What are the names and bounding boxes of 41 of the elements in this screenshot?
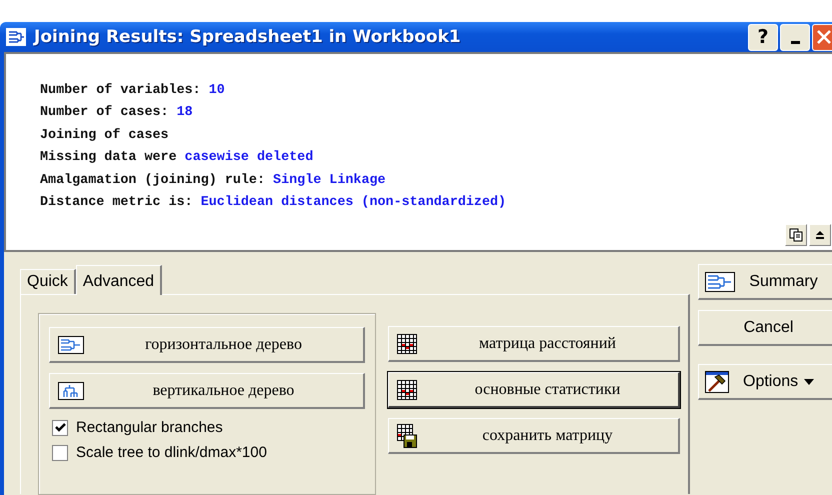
copy-icon	[789, 228, 803, 242]
close-button[interactable]	[812, 24, 832, 50]
checkbox[interactable]	[52, 420, 68, 436]
horizontal-tree-icon	[58, 336, 84, 354]
checkbox-label: Scale tree to dlink/dmax*100	[76, 444, 267, 461]
output-line: Distance metric is: Euclidean distances (non-standardized)	[40, 194, 506, 212]
vertical-tree-button[interactable]: вертикальное дерево	[49, 373, 365, 409]
minimize-button[interactable]	[780, 24, 810, 50]
grid-icon	[397, 380, 417, 400]
window-title: Joining Results: Spreadsheet1 in Workbook1	[34, 27, 462, 47]
horizontal-tree-button[interactable]: горизонтальное дерево	[49, 327, 365, 363]
minimize-icon	[790, 40, 800, 44]
checkbox[interactable]	[52, 444, 68, 460]
options-button[interactable]: Options	[698, 364, 832, 400]
collapse-button[interactable]	[809, 224, 831, 246]
up-arrow-icon	[815, 230, 825, 240]
tab[interactable]: Quick	[20, 269, 76, 294]
cancel-button[interactable]: Cancel	[698, 310, 832, 346]
output-line: Amalgamation (joining) rule: Single Linkage	[40, 172, 386, 190]
matrix-button[interactable]: матрица расстояний	[388, 326, 680, 362]
dropdown-caret-icon	[804, 378, 814, 384]
checkbox-label: Rectangular branches	[76, 419, 223, 436]
output-line: Joining of cases	[40, 126, 169, 145]
vertical-tree-icon	[58, 382, 84, 400]
summary-button[interactable]: Summary	[698, 264, 832, 300]
output-line: Missing data were casewise deleted	[40, 149, 314, 168]
matrix-button[interactable]: основные статистики	[388, 372, 680, 408]
horizontal-tree-icon	[705, 272, 735, 292]
copy-button[interactable]	[785, 224, 807, 246]
tab[interactable]: Advanced	[76, 265, 162, 295]
grid-icon	[397, 334, 417, 354]
app-icon	[6, 28, 26, 46]
output-line: Number of variables: 10	[40, 82, 225, 100]
checkbox-row[interactable]: Scale tree to dlink/dmax*100	[52, 444, 375, 461]
hammer-icon	[705, 370, 729, 392]
matrix-button[interactable]: сохранить матрицу	[388, 418, 680, 454]
grid-floppy-icon	[397, 424, 417, 448]
close-icon	[816, 29, 832, 45]
checkbox-row[interactable]: Rectangular branches	[52, 419, 375, 436]
output-line: Number of cases: 18	[40, 104, 193, 122]
help-button[interactable]: ?	[748, 24, 778, 50]
